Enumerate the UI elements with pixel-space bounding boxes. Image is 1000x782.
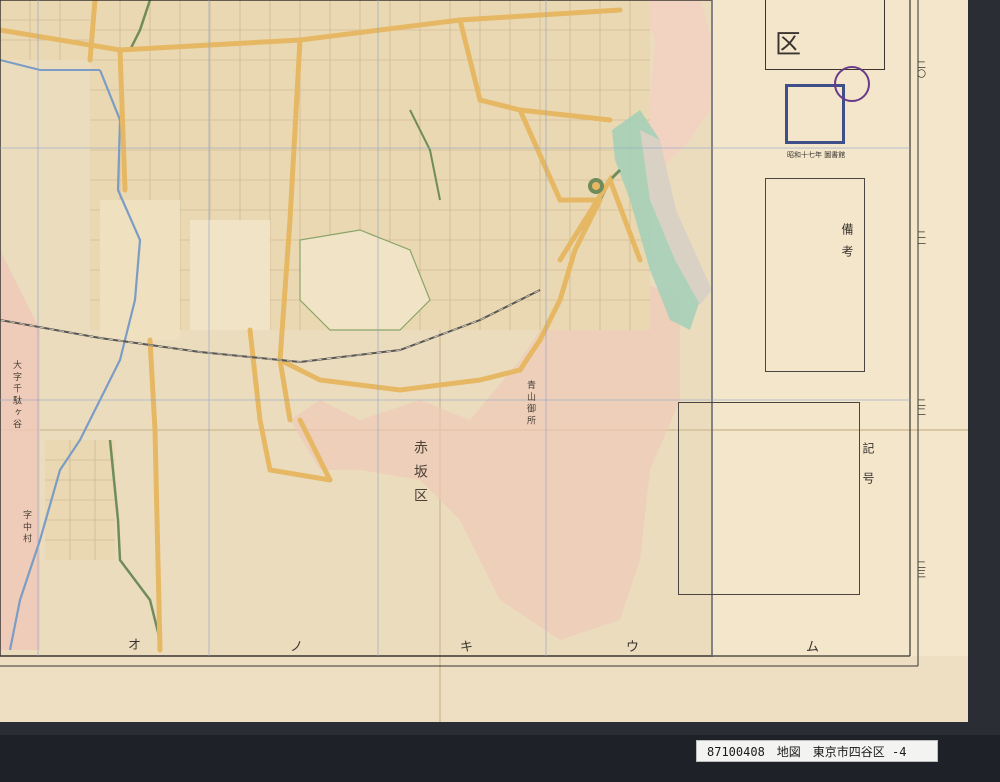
- road-label: 字 中 村: [21, 510, 31, 543]
- district-label: 赤坂区: [412, 440, 428, 512]
- grid-label-right: 二三: [915, 560, 925, 578]
- caption-text: 87100408 地図 東京市四谷区 -4: [707, 744, 907, 759]
- grid-label-bottom: ウ: [626, 640, 640, 655]
- stamp-label: 昭和十七年 圖書館: [787, 151, 846, 159]
- legend-title: 記号: [861, 442, 875, 502]
- grid-label-bottom: ノ: [290, 640, 304, 655]
- caption-bar: 87100408 地図 東京市四谷区 -4: [696, 740, 938, 762]
- grid-label-right: 二〇: [915, 60, 925, 78]
- map-sheet: 区 昭和十七年 圖書館 備考 記号 赤坂区 字 中 村 大 字 千 駄 ヶ 谷 …: [0, 0, 1000, 735]
- legend-box: [678, 402, 860, 595]
- grid-label-bottom: ム: [806, 640, 820, 655]
- grid-label-bottom: オ: [128, 638, 142, 653]
- roundabout: [592, 182, 600, 190]
- notes-box: 備考: [765, 178, 865, 372]
- grid-label-right: 二二: [915, 398, 925, 416]
- park-area: [100, 200, 180, 340]
- grid-label-right: 二一: [915, 230, 925, 248]
- sheet-edge: [0, 722, 1000, 735]
- road-label: 青 山 御 所: [525, 380, 535, 425]
- sheet-edge: [968, 0, 1000, 735]
- road-label: 大 字 千 駄 ヶ 谷: [11, 360, 21, 429]
- notes-title: 備考: [840, 223, 854, 267]
- park-area: [190, 220, 270, 330]
- library-seal: [834, 66, 870, 102]
- grid-label-bottom: キ: [460, 640, 474, 655]
- title-frame: [765, 0, 885, 70]
